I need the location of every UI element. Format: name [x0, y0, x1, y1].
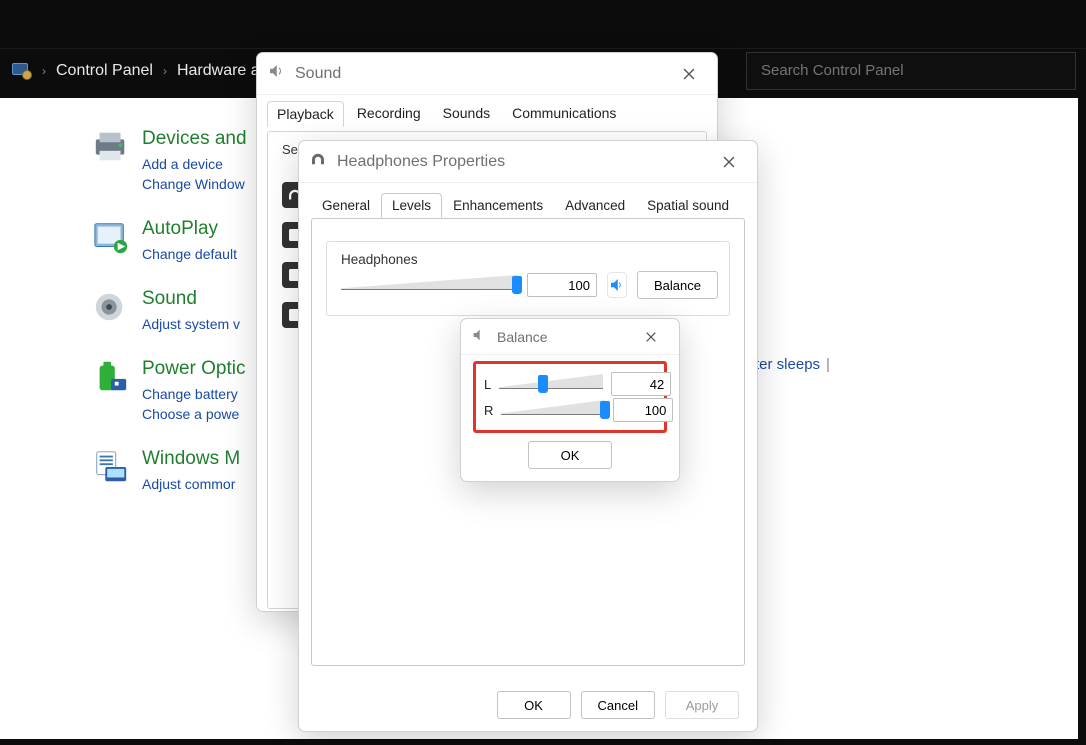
ok-button[interactable]: OK	[528, 441, 612, 469]
balance-left-value[interactable]	[611, 372, 671, 396]
category-title[interactable]: AutoPlay	[142, 218, 237, 240]
headphones-icon	[309, 150, 327, 173]
tab-enhancements[interactable]: Enhancements	[442, 193, 554, 218]
printer-icon	[92, 128, 130, 166]
close-button[interactable]	[711, 146, 747, 178]
highlight-annotation: L R	[473, 361, 667, 433]
breadcrumb-root[interactable]: Control Panel	[56, 62, 153, 80]
dialog-title: Headphones Properties	[337, 153, 505, 171]
category-link[interactable]: Adjust commor	[142, 474, 240, 494]
volume-value[interactable]	[527, 273, 597, 297]
category-link[interactable]: Adjust system v	[142, 314, 240, 334]
chevron-right-icon: ›	[42, 64, 46, 78]
close-button[interactable]	[671, 58, 707, 90]
category-link[interactable]: Change default	[142, 244, 237, 264]
category-title[interactable]: Sound	[142, 288, 240, 310]
properties-tabs: General Levels Enhancements Advanced Spa…	[299, 183, 757, 218]
dialog-title: Balance	[497, 329, 548, 345]
partially-hidden-link: ter sleeps |	[755, 356, 830, 373]
search-input[interactable]	[759, 61, 1063, 80]
tab-general[interactable]: General	[311, 193, 381, 218]
tab-playback[interactable]: Playback	[267, 101, 344, 127]
levels-group: Headphones Balance	[326, 241, 730, 316]
apply-button: Apply	[665, 691, 739, 719]
category-link[interactable]: Add a device	[142, 154, 247, 174]
control-panel-icon	[10, 63, 32, 79]
balance-button[interactable]: Balance	[637, 271, 718, 299]
sound-icon	[267, 62, 285, 85]
slider-thumb[interactable]	[538, 375, 548, 393]
search-box[interactable]	[746, 52, 1076, 90]
tab-sounds[interactable]: Sounds	[434, 101, 499, 127]
tab-spatial-sound[interactable]: Spatial sound	[636, 193, 740, 218]
balance-icon	[471, 327, 487, 346]
left-label: L	[484, 377, 491, 392]
sound-tabs: Playback Recording Sounds Communications	[257, 95, 717, 127]
mute-toggle[interactable]	[607, 272, 627, 298]
tab-advanced[interactable]: Advanced	[554, 193, 636, 218]
autoplay-icon	[92, 218, 130, 256]
balance-right-slider[interactable]	[501, 398, 605, 422]
tab-communications[interactable]: Communications	[503, 101, 625, 127]
chevron-right-icon: ›	[163, 64, 167, 78]
category-link[interactable]: Change battery	[142, 384, 245, 404]
slider-thumb[interactable]	[512, 276, 522, 294]
volume-slider[interactable]	[341, 273, 517, 297]
tab-recording[interactable]: Recording	[348, 101, 430, 127]
link-text[interactable]: ter sleeps	[755, 356, 820, 373]
tab-levels[interactable]: Levels	[381, 193, 442, 218]
slider-thumb[interactable]	[600, 401, 610, 419]
balance-left-slider[interactable]	[499, 372, 603, 396]
dialog-title: Sound	[295, 65, 341, 83]
dialog-buttons: OK Cancel Apply	[299, 691, 757, 719]
speaker-icon	[92, 288, 130, 326]
category-title[interactable]: Devices and	[142, 128, 247, 150]
close-button[interactable]	[633, 321, 669, 353]
balance-right-row: R	[484, 398, 658, 422]
category-title[interactable]: Power Optic	[142, 358, 245, 380]
ok-button[interactable]: OK	[497, 691, 571, 719]
category-link[interactable]: Choose a powe	[142, 404, 245, 424]
balance-left-row: L	[484, 372, 658, 396]
category-link[interactable]: Change Window	[142, 174, 247, 194]
balance-right-value[interactable]	[613, 398, 673, 422]
category-title[interactable]: Windows M	[142, 448, 240, 470]
levels-group-label: Headphones	[341, 252, 715, 267]
cancel-button[interactable]: Cancel	[581, 691, 655, 719]
battery-icon	[92, 358, 130, 396]
balance-dialog: Balance L R OK	[460, 318, 680, 482]
mobility-icon	[92, 448, 130, 486]
right-label: R	[484, 403, 493, 418]
